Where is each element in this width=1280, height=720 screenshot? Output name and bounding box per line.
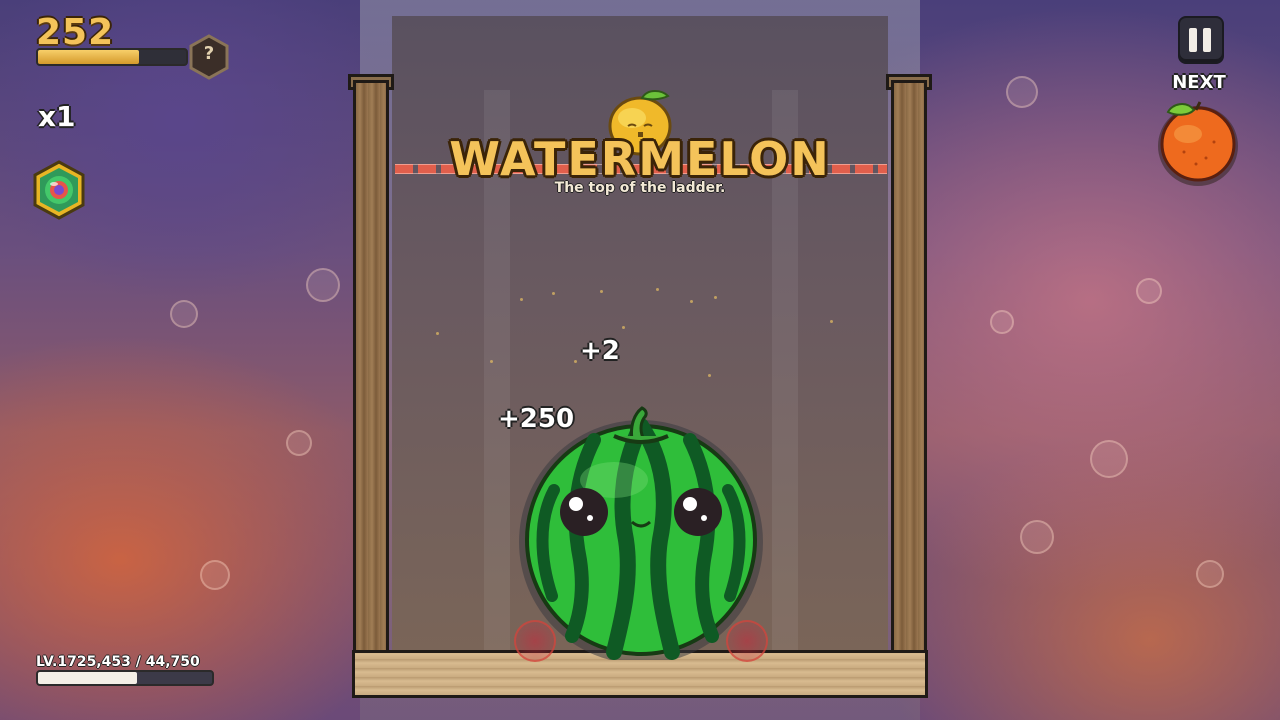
sparkle: [490, 360, 493, 363]
sparkle: [520, 298, 523, 301]
sparkle: [714, 296, 717, 299]
left-wall: [353, 80, 389, 696]
sparkle: [656, 288, 659, 291]
sparkle: [436, 332, 439, 335]
bokeh-light: [306, 268, 340, 302]
juice-splat: [514, 620, 556, 662]
bokeh-light: [990, 310, 1014, 334]
sparkle: [600, 290, 603, 293]
combo-multiplier: x1: [38, 100, 76, 133]
bokeh-light: [1006, 76, 1038, 108]
pause-icon: [1189, 28, 1197, 52]
sparkle: [574, 360, 577, 363]
next-orange: [1158, 101, 1238, 186]
bokeh-light: [1136, 278, 1162, 304]
right-wall: [891, 80, 927, 696]
bokeh-light: [200, 560, 230, 590]
score-progress-bar: [36, 48, 188, 66]
bokeh-light: [286, 430, 312, 456]
rainbow-gem-icon: [33, 160, 85, 220]
hint-symbol: ?: [203, 43, 215, 64]
score-progress-fill: [38, 50, 139, 64]
next-label: NEXT: [1172, 72, 1226, 93]
bokeh-light: [170, 300, 198, 328]
bokeh-light: [1196, 560, 1224, 588]
pause-icon: [1203, 28, 1211, 52]
score-value: 252: [36, 12, 115, 53]
sparkle: [708, 374, 711, 377]
banner-title: WATERMELON: [449, 132, 831, 186]
pause-button[interactable]: [1178, 16, 1224, 64]
bokeh-light: [1020, 520, 1054, 554]
merge-banner: WATERMELON The top of the ladder.: [420, 132, 860, 196]
level-label: LV.17: [36, 654, 77, 670]
sparkle: [552, 292, 555, 295]
level-progress-text: 25,453 / 44,750: [76, 654, 200, 670]
level-indicator: LV.1725,453 / 44,750: [36, 654, 200, 670]
juice-splat: [726, 620, 768, 662]
sparkle: [690, 300, 693, 303]
level-progress-bar: [36, 670, 214, 686]
hint-button[interactable]: ?: [188, 34, 230, 80]
sparkle: [830, 320, 833, 323]
power-item-button[interactable]: [32, 160, 86, 220]
score-popup-small: +2: [580, 336, 620, 366]
bokeh-light: [1090, 440, 1128, 478]
level-progress-fill: [38, 672, 138, 684]
watermelon: [519, 406, 763, 660]
sparkle: [622, 326, 625, 329]
